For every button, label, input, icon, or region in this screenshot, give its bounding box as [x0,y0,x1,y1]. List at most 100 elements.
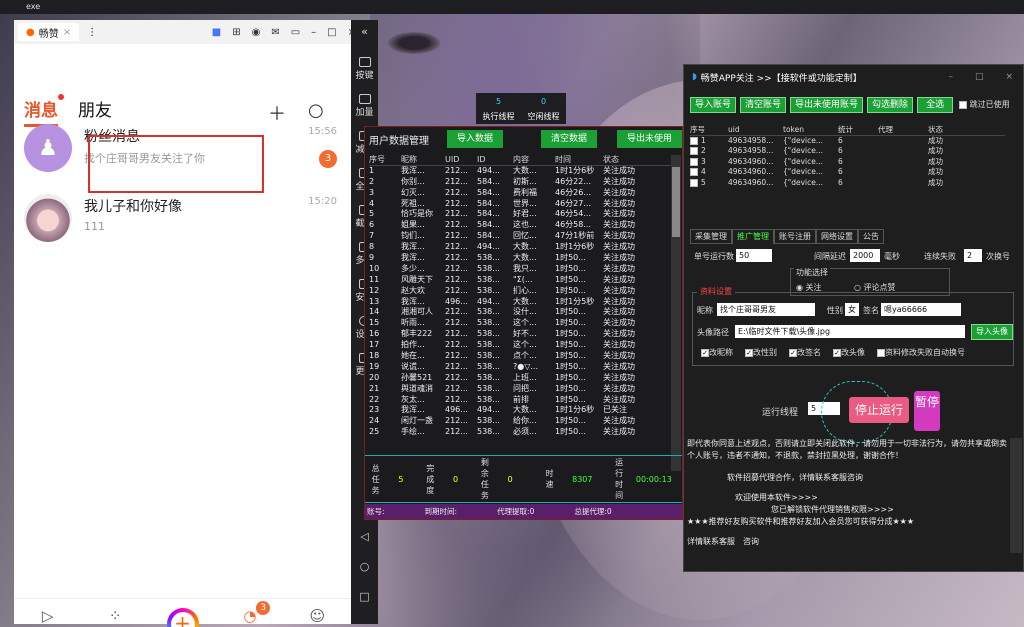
nickname-input[interactable]: 找个庄哥哥男友 [717,303,815,316]
clear-data-button[interactable]: 清空数据 [541,130,598,148]
assistant-icon[interactable]: ■ [212,27,221,38]
tab-register[interactable]: 账号注册 [774,229,816,244]
user-data-window: 用户数据管理 导入数据 清空数据 导出未使用 序号 昵称 UID ID 内容 时间 状态 1… [364,126,683,520]
table-row[interactable]: 21 舆道魂消 212... 538... 问把... 1时50... 关注成功 [369,384,671,395]
skip-used-checkbox[interactable]: 跳过已使用 [959,97,1010,113]
mail-icon[interactable]: ✉ [271,27,279,38]
table-row[interactable]: 13 我浑... 496... 494... 大数... 1时1分5秒 关注成功 [369,297,671,308]
tab-network[interactable]: 网络设置 [816,229,858,244]
select-all-button[interactable]: 全选 [917,97,954,113]
export-unused-account-button[interactable]: 导出未使用账号 [790,97,864,113]
maximize-icon[interactable]: □ [975,72,984,82]
nav-home[interactable]: ▷首页 [14,599,81,627]
table-row[interactable]: 3 幻灭... 212... 584... 费利福 46分26... 关注成功 [369,188,671,199]
table-row[interactable]: 25 手绘... 212... 538... 必须... 1时50... 关注成功 [369,427,671,438]
table-row[interactable]: 20 孙馨521 212... 538... 上班... 1时50... 关注成功 [369,373,671,384]
user-icon[interactable]: ◉ [252,27,261,38]
table-row[interactable]: 18 她在... 212... 538... 点个... 1时50... 关注成功 [369,351,671,362]
row-checkbox[interactable] [690,157,698,166]
clear-account-button[interactable]: 清空账号 [740,97,787,113]
nav-publish[interactable]: + [149,599,216,627]
single-runs-input[interactable]: 50 [736,249,772,262]
account-row[interactable]: 1 49634958... {"device... 6 成功 [690,136,1005,147]
change-sex-checkbox[interactable]: ✓改性别 [745,347,777,358]
table-row[interactable]: 9 我浑... 212... 538... 大数... 1时50... 关注成功 [369,253,671,264]
delete-checked-button[interactable]: 勾选删除 [867,97,914,113]
table-row[interactable]: 16 郁丰222 212... 538... 好不... 1时50... 关注成功 [369,329,671,340]
table-row[interactable]: 23 我浑... 496... 494... 大数... 1时1分6秒 已关注 [369,405,671,416]
table-row[interactable]: 17 拍作... 212... 538... 这个... 1时50... 关注成功 [369,340,671,351]
close-tab-icon[interactable]: × [63,27,71,38]
conversation-row[interactable]: 我儿子和你好像 111 15:20 [14,186,351,248]
close-icon[interactable]: × [1005,72,1013,82]
account-row[interactable]: 3 49634960... {"device... 6 成功 [690,157,1005,168]
gender-input[interactable]: 女 [845,303,859,316]
recent-icon[interactable]: □ [351,590,378,603]
pause-button[interactable]: 暂停 [914,391,940,431]
table-row[interactable]: 5 恰巧是你 212... 584... 好君... 46分54... 关注成功 [369,209,671,220]
table-row[interactable]: 6 姐果... 212... 584... 这也... 46分58... 关注成功 [369,220,671,231]
app-logo-icon: ● [26,26,35,38]
notice-scrollbar[interactable] [1010,438,1022,553]
table-row[interactable]: 4 死祖... 212... 584... 世界... 46分27... 关注成功 [369,199,671,210]
change-sign-checkbox[interactable]: ✓改签名 [789,347,821,358]
import-data-button[interactable]: 导入数据 [447,130,504,148]
export-unused-button[interactable]: 导出未使用 [616,130,682,148]
tab-notice[interactable]: 公告 [858,229,884,244]
table-row[interactable]: 10 多少... 212... 538... 我只... 1时50... 关注成功 [369,264,671,275]
table-row[interactable]: 12 赵大欢 212... 538... 扪心... 1时50... 关注成功 [369,286,671,297]
change-nick-checkbox[interactable]: ✓改昵称 [701,347,733,358]
signature-input[interactable]: 嗯ya66666 [881,303,961,316]
table-row[interactable]: 19 说谎... 212... 538... ?●▽... 1时50... 关注成功 [369,362,671,373]
fail-count-input[interactable]: 2 [964,249,982,262]
emulator-tab[interactable]: ● 畅赞 × [18,23,80,41]
table-row[interactable]: 8 我浑... 212... 494... 大数... 1时1分6秒 关注成功 [369,242,671,253]
back-icon[interactable]: ◁ [351,530,378,543]
table-row[interactable]: 24 闲灯一盏 212... 538... 给你... 1时50... 关注成功 [369,416,671,427]
row-checkbox[interactable] [690,168,698,176]
table-row[interactable]: 7 钧们... 212... 584... 回忆... 47分1秒前 关注成功 [369,231,671,242]
import-avatar-button[interactable]: 导入头像 [971,324,1013,340]
side-volume-up[interactable]: 加量 [351,87,378,124]
tool-logo-icon: ◗ [692,72,697,82]
account-row[interactable]: 2 49634958... {"device... 6 成功 [690,146,1005,157]
minimize-icon[interactable]: – [948,72,953,82]
table-scrollbar[interactable] [671,155,681,471]
tab-promote[interactable]: 推广管理 [732,229,774,244]
table-row[interactable]: 22 灰太... 212... 538... 前排 1时50... 关注成功 [369,395,671,406]
account-row[interactable]: 4 49634960... {"device... 6 成功 [690,167,1005,178]
table-row[interactable]: 1 我浑... 212... 494... 大数... 1时1分6秒 关注成功 [369,166,671,177]
table-row[interactable]: 15 听雨... 212... 538... 这个... 1时50... 关注成功 [369,318,671,329]
table-row[interactable]: 11 风雕天下 212... 538... "Σ(... 1时50... 关注成功 [369,275,671,286]
auto-switch-checkbox[interactable]: 资料修改失败自动换号 [877,347,965,358]
home-icon[interactable]: ○ [351,560,378,573]
collapse-icon[interactable]: « [351,20,378,50]
row-checkbox[interactable] [690,178,698,187]
nav-mine[interactable]: ☺我的 [284,599,351,627]
nav-chat[interactable]: ◔微聊3 [216,599,283,627]
fullscreen-icon[interactable]: ▭ [291,27,300,38]
nav-service[interactable]: ⁘服务 [81,599,148,627]
gamepad-icon[interactable]: ⊞ [232,27,240,38]
tab-collect[interactable]: 采集管理 [690,229,732,244]
person-icon: ☺ [309,607,326,625]
stats-bar: 总任务 5 完成度 0 剩余任务 0 时速 8307 运行时间 00:00:13 [365,455,682,503]
import-account-button[interactable]: 导入账号 [690,97,737,113]
account-row[interactable]: 5 49634960... {"device... 6 成功 [690,178,1005,189]
table-row[interactable]: 2 你别... 212... 584... 初斯... 46分22... 关注成功 [369,177,671,188]
maximize-icon[interactable]: □ [327,27,336,38]
avatar-path-input[interactable]: E:\临时文件下载\头像.jpg [735,325,965,338]
table-header: 序号 uid token 统计 代理 状态 [690,125,1005,136]
minimize-icon[interactable]: – [311,27,316,38]
unread-badge: 3 [319,150,337,168]
menu-dots-icon[interactable]: ⋮ [87,27,97,38]
interval-input[interactable]: 2000 [850,249,880,262]
row-checkbox[interactable] [690,136,698,145]
change-avatar-checkbox[interactable]: ✓改头像 [833,347,865,358]
taskbar-label: exe [0,0,1024,14]
table-row[interactable]: 14 湘湘可人 212... 538... 没什... 1时50... 关注成功 [369,307,671,318]
stop-run-button[interactable]: 停止运行 [849,397,909,423]
row-checkbox[interactable] [690,147,698,155]
function-tabs: 采集管理 推广管理 账号注册 网络设置 公告 [690,229,884,244]
side-keymap[interactable]: 按键 [351,50,378,87]
